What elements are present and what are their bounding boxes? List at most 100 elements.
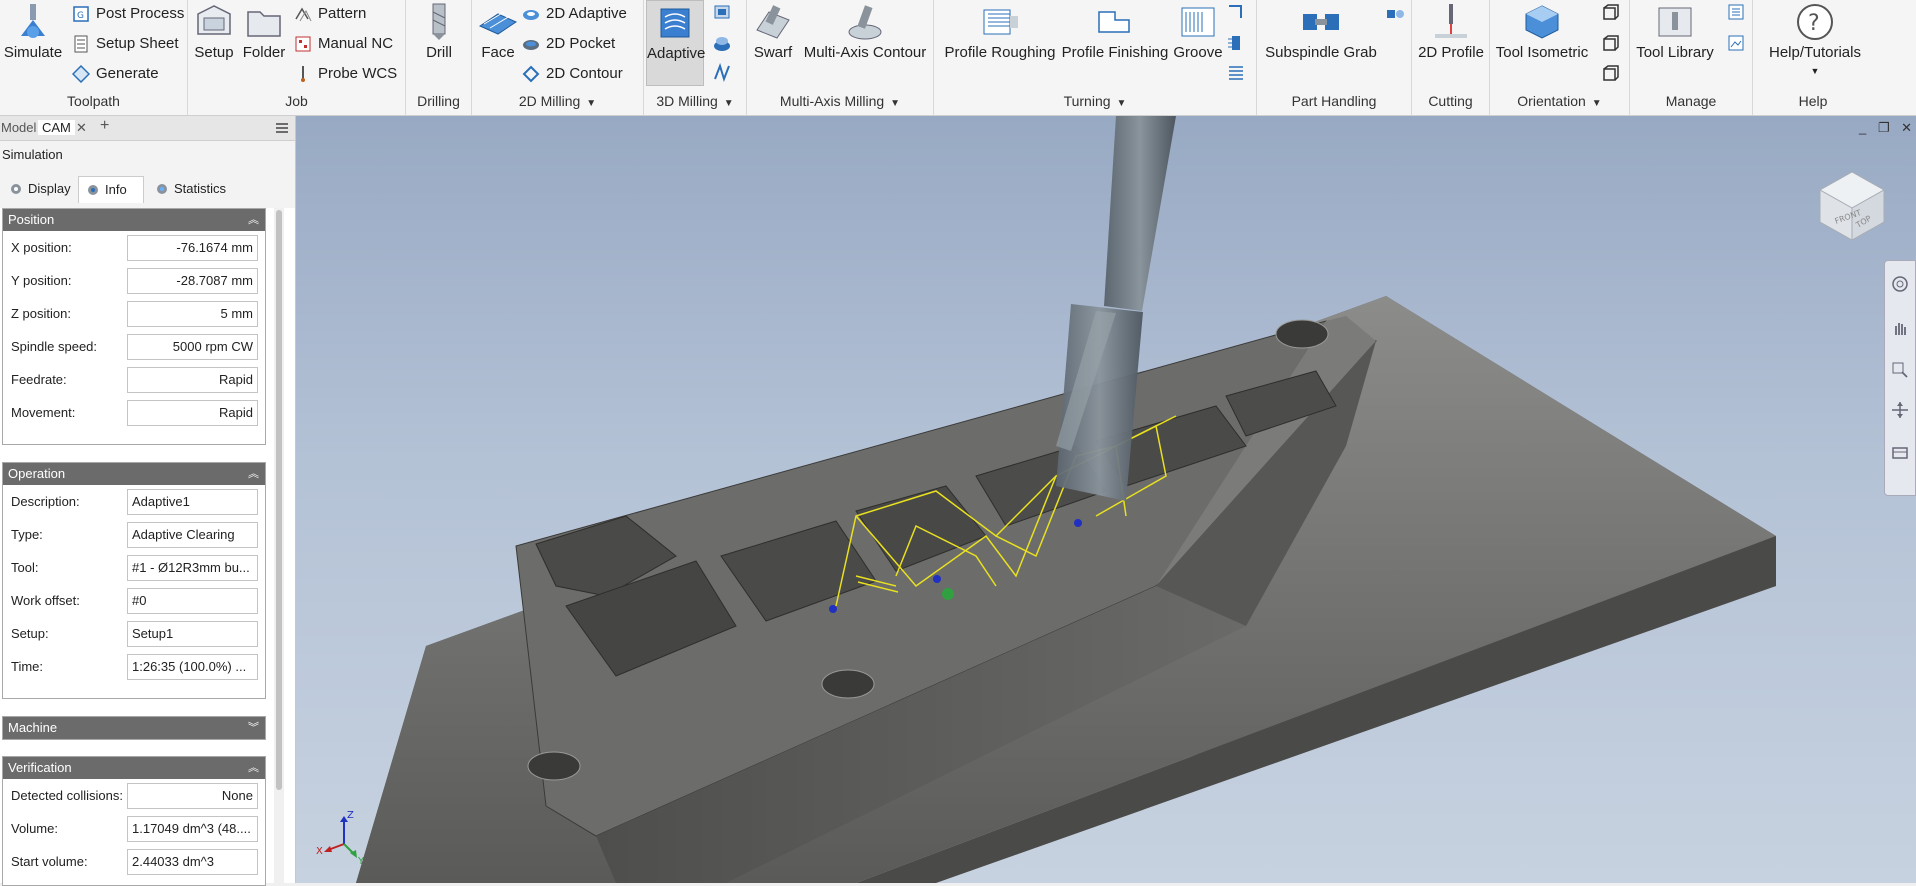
part-handling-extra-icon[interactable]: [1385, 4, 1405, 24]
group-label-manage: Manage: [1665, 93, 1717, 109]
pattern-button[interactable]: Pattern: [294, 2, 366, 26]
view-right-icon[interactable]: [1600, 63, 1620, 83]
face-button[interactable]: Face: [474, 2, 522, 61]
info-row: Z position: 5 mm: [3, 297, 265, 330]
steering-wheel-icon[interactable]: [1891, 275, 1909, 293]
2d-profile-button[interactable]: 2D Profile: [1416, 2, 1486, 61]
restore-icon[interactable]: ❐: [1878, 120, 1890, 135]
2d-pocket-button[interactable]: 2D Pocket: [522, 32, 615, 56]
help-icon: ?: [1797, 4, 1833, 40]
swarf-button[interactable]: Swarf: [749, 2, 797, 61]
simulate-button[interactable]: Simulate: [2, 2, 64, 61]
group-label-orientation[interactable]: Orientation ▼: [1490, 93, 1629, 109]
3d-viewport[interactable]: _ ❐ ✕ FRONT TOP Z X Y: [296, 116, 1916, 883]
template-icon[interactable]: [1726, 33, 1746, 53]
setup-sheet-button[interactable]: Setup Sheet: [72, 32, 179, 56]
tab-display[interactable]: Display: [2, 176, 76, 202]
group-label-part-handling: Part Handling: [1291, 93, 1377, 109]
profile-finishing-button[interactable]: Profile Finishing: [1054, 2, 1176, 61]
steep-shallow-icon[interactable]: [712, 33, 732, 53]
info-row: Movement: Rapid: [3, 396, 265, 429]
tab-model[interactable]: Model: [1, 120, 36, 135]
group-label-multi-axis-milling[interactable]: Multi-Axis Milling ▼: [747, 93, 933, 109]
generate-button[interactable]: Generate: [72, 62, 159, 86]
look-at-icon[interactable]: [1891, 443, 1909, 461]
2d-pocket-icon: [523, 40, 539, 51]
close-icon[interactable]: ✕: [1901, 120, 1912, 135]
pocket-clearing-icon[interactable]: [712, 2, 732, 22]
movement-value: Rapid: [127, 400, 258, 426]
tool-isometric-button[interactable]: Tool Isometric: [1492, 2, 1592, 61]
group-label-3d-milling[interactable]: 3D Milling ▼: [644, 93, 746, 109]
adaptive-icon: [660, 8, 690, 38]
help-tutorials-button[interactable]: ? Help/Tutorials ▼: [1755, 2, 1875, 78]
probe-wcs-button[interactable]: Probe WCS: [294, 62, 397, 86]
2d-adaptive-button[interactable]: 2D Adaptive: [522, 2, 627, 26]
panel-scrollbar[interactable]: [274, 208, 284, 883]
multi-axis-contour-button[interactable]: Multi-Axis Contour: [801, 2, 929, 61]
group-help: ? Help/Tutorials ▼ Help: [1753, 0, 1916, 115]
close-tab-icon[interactable]: ✕: [76, 120, 87, 136]
statistics-icon: [157, 184, 167, 194]
turning-part-icon[interactable]: [1226, 63, 1246, 83]
drill-button[interactable]: Drill: [414, 2, 464, 61]
y-position-value: -28.7087 mm: [127, 268, 258, 294]
zoom-icon[interactable]: [1891, 361, 1909, 379]
nc-program-icon[interactable]: [1726, 2, 1746, 22]
subspindle-grab-button[interactable]: Subspindle Grab: [1261, 2, 1381, 61]
info-scroll-area[interactable]: Position ︽ X position: -76.1674 mm Y posit…: [0, 208, 295, 886]
view-top-icon[interactable]: [1600, 2, 1620, 22]
turning-thread-icon[interactable]: [1226, 33, 1246, 53]
section-header-position[interactable]: Position ︽: [3, 209, 265, 231]
collapse-icon: ︽: [248, 214, 259, 226]
dropdown-arrow-icon: ▼: [1116, 98, 1127, 109]
x-position-value: -76.1674 mm: [127, 235, 258, 261]
manual-nc-button[interactable]: Manual NC: [294, 32, 393, 56]
turning-face-icon[interactable]: [1226, 2, 1246, 22]
adaptive-button[interactable]: Adaptive: [646, 0, 705, 86]
section-header-machine[interactable]: Machine ︾: [3, 717, 265, 739]
info-row: Description: Adaptive1: [3, 485, 265, 518]
tab-cam[interactable]: CAM: [38, 120, 75, 135]
2d-adaptive-icon: [523, 10, 539, 21]
pan-hand-icon[interactable]: [1891, 319, 1909, 337]
view-front-icon[interactable]: [1600, 33, 1620, 53]
section-header-verification[interactable]: Verification ︽: [3, 757, 265, 779]
z-position-value: 5 mm: [127, 301, 258, 327]
viewcube[interactable]: FRONT TOP: [1806, 156, 1896, 246]
minimize-icon[interactable]: _: [1859, 120, 1866, 135]
tool-library-button[interactable]: Tool Library: [1632, 2, 1718, 61]
orbit-icon[interactable]: [1891, 401, 1909, 419]
browser-tab-bar: Model CAM ✕ +: [0, 116, 295, 141]
info-row: Tool: #1 - Ø12R3mm bu...: [3, 551, 265, 584]
info-row: Setup: Setup1: [3, 617, 265, 650]
panel-title: Simulation: [2, 147, 63, 162]
work-offset-value: #0: [127, 588, 258, 614]
flow-icon[interactable]: [712, 63, 732, 83]
setup-icon: [197, 5, 231, 35]
2d-profile-icon: [1435, 4, 1467, 38]
collapse-icon: ︽: [248, 468, 259, 480]
group-label-job: Job: [285, 93, 308, 109]
tab-statistics[interactable]: Statistics: [148, 176, 250, 202]
spindle-speed-value: 5000 rpm CW: [127, 334, 258, 360]
groove-button[interactable]: Groove: [1168, 2, 1228, 61]
profile-roughing-button[interactable]: Profile Roughing: [938, 2, 1062, 61]
dropdown-arrow-icon: ▼: [890, 98, 901, 109]
section-header-operation[interactable]: Operation ︽: [3, 463, 265, 485]
group-label-toolpath: Toolpath: [67, 93, 120, 109]
post-process-button[interactable]: G Post Process: [72, 2, 184, 26]
setup-button[interactable]: Setup: [192, 2, 236, 61]
group-2d-milling: Face 2D Adaptive 2D Pocket 2D Contour 2D…: [472, 0, 644, 115]
add-tab-icon[interactable]: +: [100, 117, 109, 135]
group-label-2d-milling[interactable]: 2D Milling ▼: [472, 93, 643, 109]
panel-menu-icon[interactable]: [275, 121, 289, 135]
2d-contour-button[interactable]: 2D Contour: [522, 62, 623, 86]
axis-triad: Z X Y: [316, 810, 365, 866]
folder-button[interactable]: Folder: [240, 2, 288, 61]
scrollbar-thumb[interactable]: [276, 210, 282, 790]
group-label-turning[interactable]: Turning ▼: [934, 93, 1256, 109]
tab-info[interactable]: Info: [78, 176, 144, 203]
group-turning: Profile Roughing Profile Finishing Groov…: [934, 0, 1257, 115]
simulation-scene: [356, 116, 1776, 883]
